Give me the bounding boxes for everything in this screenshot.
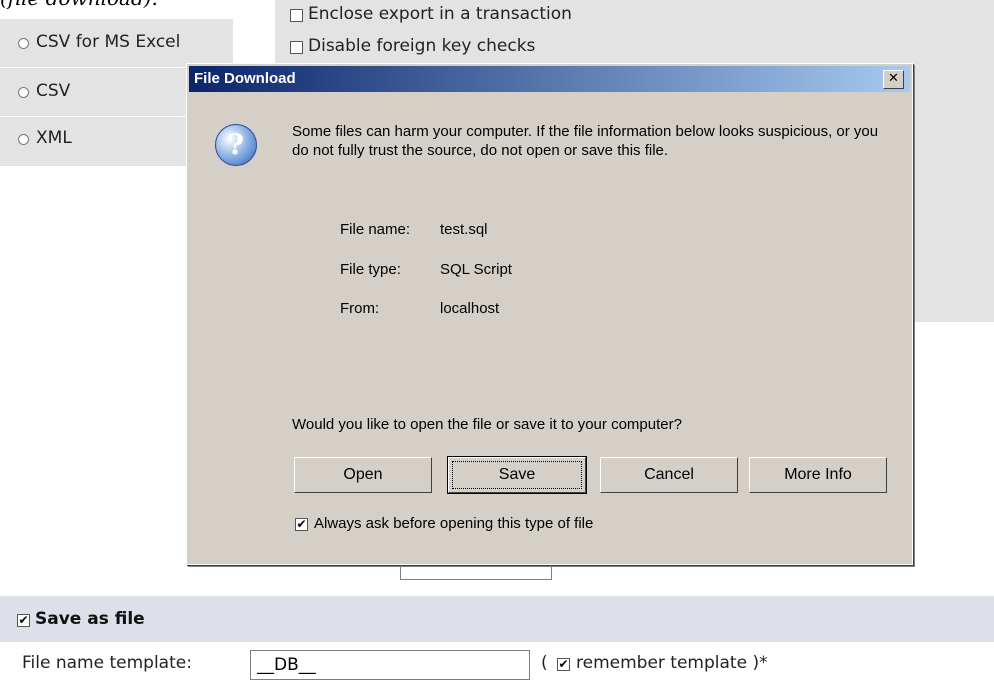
file-name-value: test.sql — [440, 221, 488, 238]
radio-button[interactable] — [18, 87, 29, 98]
remember-template-checkbox[interactable]: ✔ — [557, 658, 570, 671]
disable-fk-checkbox[interactable] — [290, 41, 303, 54]
caption-text: (file download). — [0, 0, 158, 10]
file-download-dialog: File Download ✕ ? Some files can harm yo… — [186, 63, 913, 565]
dialog-title: File Download — [194, 70, 296, 87]
radio-button[interactable] — [18, 134, 29, 145]
format-label: XML — [36, 128, 72, 148]
file-type-label: File type: — [340, 261, 401, 278]
always-ask-checkbox[interactable]: ✔ — [295, 518, 308, 531]
format-label: CSV — [36, 81, 71, 101]
save-as-file-label: Save as file — [35, 609, 145, 629]
file-template-value: __DB__ — [257, 655, 316, 675]
from-label: From: — [340, 300, 380, 317]
save-as-file-checkbox[interactable]: ✔ — [17, 614, 30, 627]
disable-fk-label: Disable foreign key checks — [308, 36, 536, 56]
remember-template-label: remember template )* — [576, 653, 768, 673]
dialog-titlebar: File Download ✕ — [189, 66, 910, 92]
cancel-button[interactable]: Cancel — [600, 457, 738, 493]
file-template-label: File name template: — [22, 653, 192, 673]
warning-text: Some files can harm your computer. If th… — [292, 123, 879, 159]
question-icon: ? — [215, 124, 257, 166]
file-name-label: File name: — [340, 221, 411, 238]
focus-rect — [452, 461, 582, 489]
enclose-transaction-label: Enclose export in a transaction — [308, 4, 572, 24]
enclose-transaction-checkbox[interactable] — [290, 9, 303, 22]
always-ask-label: Always ask before opening this type of f… — [314, 515, 594, 532]
file-template-input[interactable]: __DB__ — [250, 650, 530, 680]
file-type-value: SQL Script — [440, 261, 512, 278]
question-text: Would you like to open the file or save … — [292, 416, 682, 433]
close-button[interactable]: ✕ — [883, 70, 904, 89]
open-button[interactable]: Open — [294, 457, 432, 493]
remember-open-paren: ( — [541, 653, 548, 673]
radio-button[interactable] — [18, 38, 29, 49]
more-info-button[interactable]: More Info — [749, 457, 887, 493]
format-option-csv-excel[interactable]: CSV for MS Excel — [0, 19, 233, 68]
save-button[interactable]: Save — [447, 456, 587, 494]
save-as-file-bar: ✔ Save as file — [0, 596, 994, 642]
format-label: CSV for MS Excel — [36, 32, 181, 52]
from-value: localhost — [440, 300, 500, 317]
